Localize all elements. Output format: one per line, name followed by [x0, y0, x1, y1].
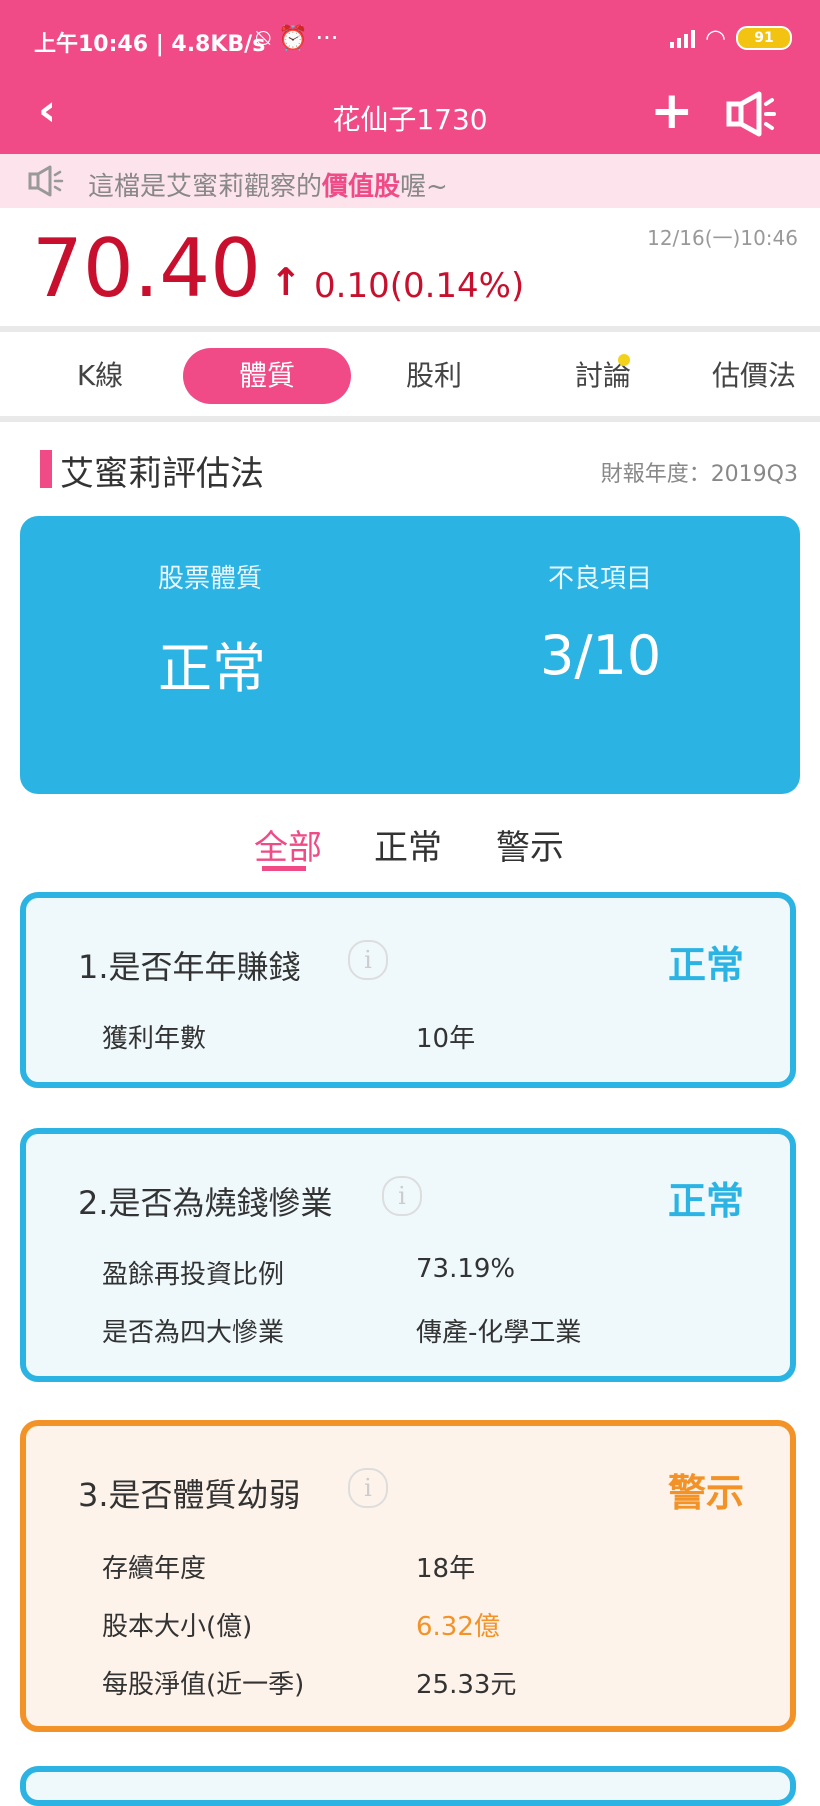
tab-dividend[interactable]: 股利 [374, 348, 494, 404]
notice-banner[interactable]: 這檔是艾蜜莉觀察的價值股喔~ [0, 154, 820, 208]
tab-bar: K線 體質 股利 討論 估價法 [0, 336, 820, 420]
bad-items-label: 不良項目 [548, 564, 653, 594]
row-label: 存續年度 [102, 1554, 207, 1584]
up-arrow-icon: ↑ [270, 260, 302, 304]
filter-warning[interactable]: 警示 [496, 820, 564, 869]
filter-bar: 全部 正常 警示 [0, 820, 820, 880]
row-value: 73.19% [416, 1254, 516, 1284]
report-year: 財報年度：2019Q3 [600, 462, 798, 487]
status-time: 上午10:46 | 4.8KB/s [34, 32, 266, 57]
criteria-card[interactable]: 1.是否年年賺錢 i 正常 獲利年數 10年 [20, 892, 796, 1088]
battery-icon: 91 [736, 26, 792, 50]
megaphone-icon [28, 165, 64, 197]
quality-label: 股票體質 [158, 564, 263, 594]
price-change: 0.10(0.14%) [314, 266, 525, 306]
notice-suffix: 喔~ [400, 172, 448, 202]
status-bar: 上午10:46 | 4.8KB/s ⍉ ⏰ ··· ◠ 91 [0, 0, 820, 84]
status-icons: ⍉ ⏰ ··· [256, 24, 339, 52]
notice-highlight: 價值股 [322, 172, 401, 202]
row-label: 股本大小(億) [102, 1612, 253, 1642]
card-title: 2.是否為燒錢慘業 [78, 1184, 333, 1222]
info-icon[interactable]: i [382, 1176, 422, 1216]
row-label: 獲利年數 [102, 1024, 207, 1054]
section-title: 艾蜜莉評估法 [60, 454, 264, 494]
section-accent-bar [40, 450, 52, 488]
row-value: 18年 [416, 1554, 476, 1584]
card-title: 3.是否體質幼弱 [78, 1476, 301, 1514]
info-icon[interactable]: i [348, 940, 388, 980]
row-value: 10年 [416, 1024, 476, 1054]
status-badge: 警示 [667, 1471, 744, 1515]
tab-discussion[interactable]: 討論 [543, 348, 663, 404]
bad-items-value: 3/10 [540, 624, 662, 687]
filter-normal[interactable]: 正常 [374, 820, 442, 869]
card-title: 1.是否年年賺錢 [78, 948, 301, 986]
quality-value: 正常 [158, 637, 266, 700]
status-badge: 正常 [667, 1179, 744, 1223]
notice-text: 這檔是艾蜜莉觀察的價值股喔~ [88, 166, 448, 203]
announce-icon[interactable] [726, 90, 784, 138]
tab-valuation[interactable]: 估價法 [712, 348, 820, 404]
notice-prefix: 這檔是艾蜜莉觀察的 [88, 172, 323, 202]
quote-datetime: 12/16(一)10:46 [647, 226, 798, 250]
criteria-card[interactable]: 2.是否為燒錢慘業 i 正常 盈餘再投資比例 73.19% 是否為四大慘業 傳產… [20, 1128, 796, 1382]
row-label: 是否為四大慘業 [102, 1318, 285, 1348]
stock-price: 70.40 [32, 222, 262, 315]
signal-icon [670, 28, 696, 48]
row-value: 25.33元 [416, 1670, 517, 1700]
row-label: 每股淨值(近一季) [102, 1670, 305, 1700]
filter-all[interactable]: 全部 [254, 820, 322, 869]
row-value: 6.32億 [416, 1612, 500, 1642]
tab-kline[interactable]: K線 [40, 348, 160, 404]
divider [0, 326, 820, 332]
row-label: 盈餘再投資比例 [102, 1260, 285, 1290]
info-icon[interactable]: i [348, 1468, 388, 1508]
tab-quality[interactable]: 體質 [183, 348, 351, 404]
add-icon[interactable]: + [650, 84, 694, 138]
status-badge: 正常 [667, 943, 744, 987]
criteria-card[interactable]: 3.是否體質幼弱 i 警示 存續年度 18年 股本大小(億) 6.32億 每股淨… [20, 1420, 796, 1732]
filter-underline [262, 866, 306, 871]
new-badge-dot [618, 354, 630, 366]
status-right-icons: ◠ 91 [670, 24, 792, 52]
wifi-icon: ◠ [705, 24, 726, 52]
summary-card: 股票體質 正常 不良項目 3/10 [20, 516, 800, 794]
divider [0, 416, 820, 422]
criteria-card[interactable] [20, 1766, 796, 1806]
page-title: 花仙子1730 [332, 103, 488, 136]
row-value: 傳產-化學工業 [416, 1318, 582, 1348]
app-header: ‹ 花仙子1730 + [0, 84, 820, 154]
